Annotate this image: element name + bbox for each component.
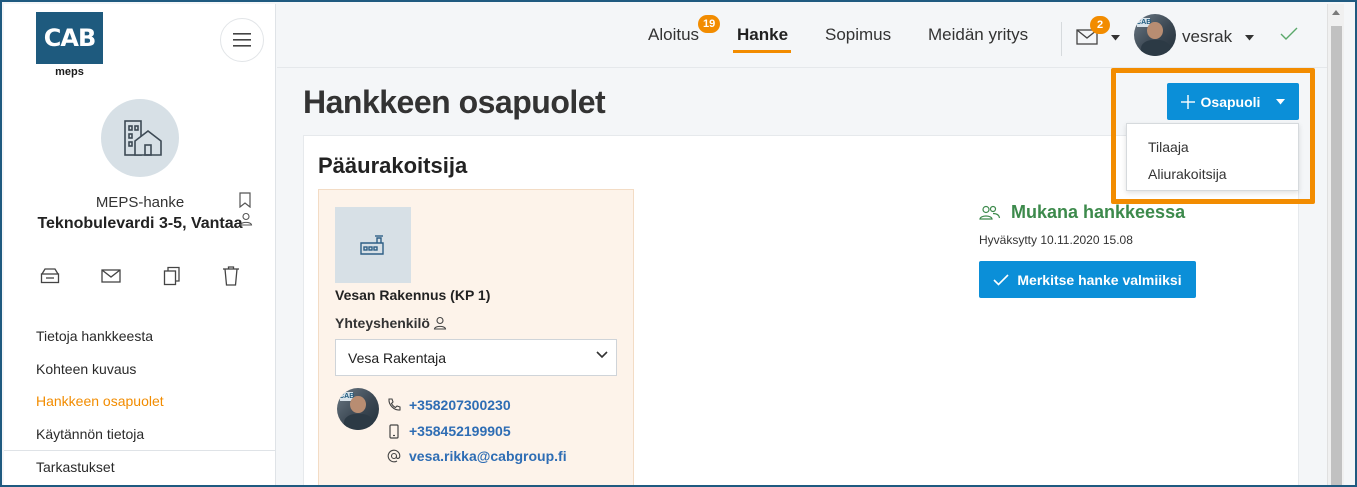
page-title: Hankkeen osapuolet [303,84,606,120]
contact-email[interactable]: vesa.rikka@cabgroup.fi [387,448,567,464]
nav-hanke[interactable]: Hanke [737,25,788,45]
contact-person-text: Yhteyshenkilö [335,315,430,331]
check-icon [993,273,1009,286]
username[interactable]: vesrak [1182,27,1232,47]
bookmark-icon[interactable] [239,192,251,208]
copy-icon[interactable] [163,266,181,286]
at-icon [387,449,401,463]
archive-icon[interactable] [40,268,60,284]
cab-logo[interactable]: CAB [36,12,103,64]
mail-badge: 2 [1090,16,1110,34]
sidebar-item-kaytannon[interactable]: Käytännön tietoja [4,418,276,451]
sidebar-item-tietoja[interactable]: Tietoja hankkeesta [4,320,276,353]
scroll-up-icon[interactable] [1332,10,1340,15]
logo-subtitle: meps [55,66,84,78]
sidebar-item-kuvaus[interactable]: Kohteen kuvaus [4,353,276,386]
company-name: Vesan Rakennus (KP 1) [335,287,491,303]
project-address: Teknobulevardi 3-5, Vantaa [37,215,243,232]
mark-complete-label: Merkitse hanke valmiiksi [1017,271,1182,288]
phone-icon [388,398,401,411]
sidebar-item-osapuolet[interactable]: Hankkeen osapuolet [4,385,276,418]
top-bar: Aloitus 19 Hanke Sopimus Meidän yritys 2… [277,4,1327,68]
contact-phone[interactable]: +358207300230 [387,397,511,413]
trash-icon[interactable] [222,266,240,286]
users-icon [979,205,1001,220]
user-menu-caret-icon[interactable] [1245,35,1254,41]
mark-complete-button[interactable]: Merkitse hanke valmiiksi [979,261,1196,298]
scrollbar[interactable] [1327,4,1344,485]
person-icon [433,316,447,330]
section-title: Pääurakoitsija [318,153,468,178]
company-logo-placeholder [335,207,411,283]
sidebar-item-tarkastukset[interactable]: Tarkastukset [4,450,276,483]
contact-avatar: CAB [337,388,379,430]
highlight-box [1111,68,1315,204]
caret-down-icon[interactable] [1111,35,1120,41]
project-actions [40,266,240,286]
scroll-thumb[interactable] [1331,26,1342,485]
hamburger-icon [233,33,251,47]
person-icon[interactable] [239,212,253,226]
contact-person-select[interactable]: Vesa Rakentaja [335,339,617,376]
phone-number[interactable]: +358207300230 [409,397,511,413]
app-frame: CAB meps MEPS-hanke Teknobulevardi 3-5, … [0,0,1357,487]
building-icon [124,120,162,156]
participation-status: Mukana hankkeessa [979,202,1185,223]
nav-sopimus[interactable]: Sopimus [825,25,891,45]
contact-person-label: Yhteyshenkilö [335,315,447,331]
select-value: Vesa Rakentaja [348,349,447,366]
mobile-number[interactable]: +358452199905 [409,423,511,439]
user-avatar[interactable]: CAB [1134,14,1176,56]
chevron-down-icon [596,351,608,359]
nav-aloitus[interactable]: Aloitus [648,25,699,45]
sidebar-nav: Tietoja hankkeesta Kohteen kuvaus Hankke… [4,320,276,483]
factory-icon [360,235,384,255]
sidebar: CAB meps MEPS-hanke Teknobulevardi 3-5, … [4,4,276,485]
contact-mobile[interactable]: +358452199905 [387,423,511,439]
mail-icon[interactable] [101,269,121,283]
project-name: MEPS-hanke [95,194,185,211]
email-address[interactable]: vesa.rikka@cabgroup.fi [409,448,567,464]
notification-badge: 19 [698,15,721,33]
active-tab-indicator [733,50,791,53]
menu-toggle-button[interactable] [220,18,264,62]
check-icon [1280,27,1298,40]
nav-meidan-yritys[interactable]: Meidän yritys [928,25,1028,45]
mobile-icon [389,423,399,439]
approval-date: Hyväksytty 10.11.2020 15.08 [979,233,1133,247]
divider [1061,22,1062,56]
project-avatar [101,99,179,177]
status-heading: Mukana hankkeessa [1011,202,1186,222]
